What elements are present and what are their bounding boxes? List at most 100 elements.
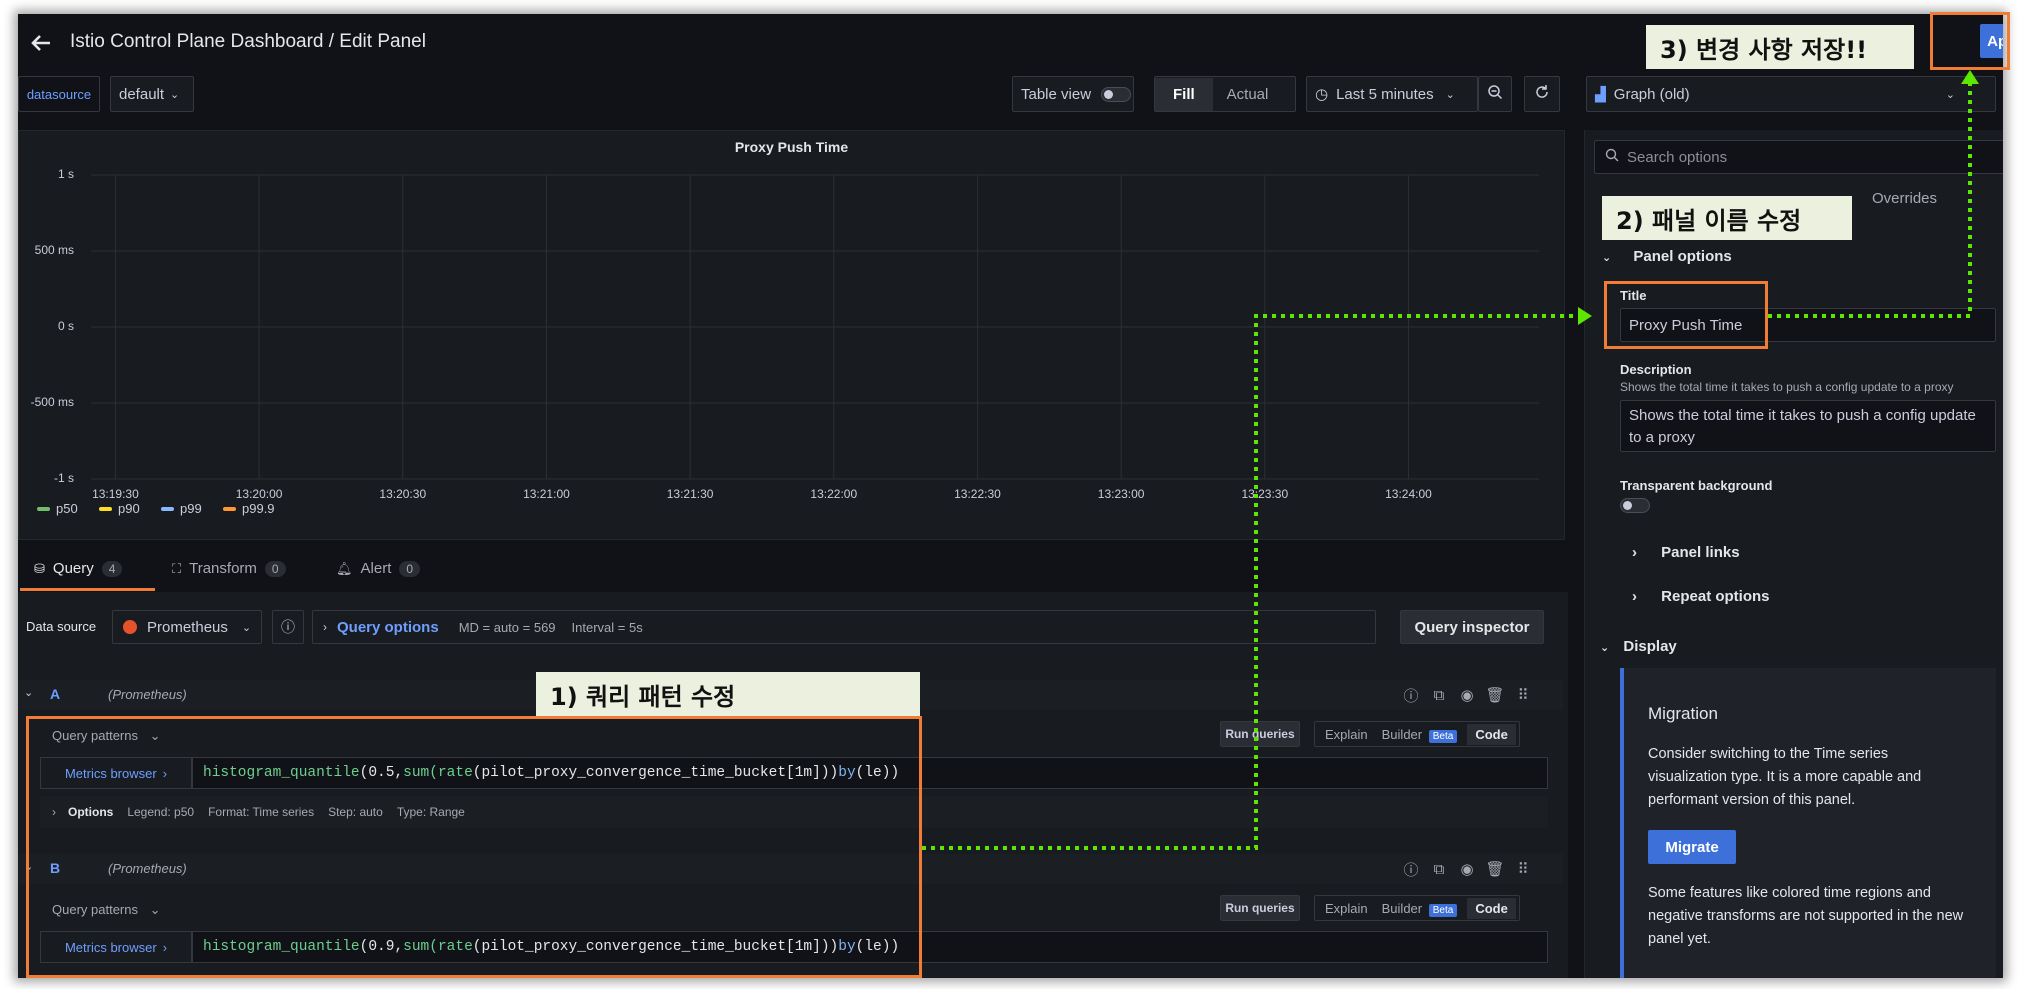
x-tick-label: 13:22:30 [954,487,1001,501]
eye-icon[interactable]: ◉ [1456,684,1478,706]
legend-label: p99 [180,501,202,516]
prometheus-icon [123,620,137,634]
help-icon[interactable]: ⓘ [1400,684,1422,706]
bell-icon: 🔔︎ [336,560,353,576]
annotation-step1-label: 1) 쿼리 패턴 수정 [536,672,920,716]
database-icon: ⛁ [34,560,45,576]
y-tick-label: 1 s [57,167,74,181]
legend-item[interactable]: p99.9 [223,501,275,516]
x-tick-label: 13:21:00 [523,487,570,501]
tab-query-count: 4 [101,560,123,577]
refresh-icon [1534,84,1550,104]
visualization-value: Graph (old) [1613,85,1690,103]
trash-icon[interactable]: 🗑︎ [1484,684,1506,706]
explain-toggle[interactable]: Explain [1315,727,1378,742]
x-tick-label: 13:21:30 [666,487,714,501]
panel-links-section[interactable]: › Panel links [1632,544,1740,561]
annotation-step2-label: 2) 패널 이름 수정 [1602,196,1852,240]
query-options-toggle[interactable]: › Query options MD = auto = 569 Interval… [312,610,1376,644]
tab-alert[interactable]: 🔔︎ Alert 0 [336,560,421,577]
panel-options-section[interactable]: ⌄ Panel options [1602,248,1732,265]
x-tick-label: 13:24:00 [1385,487,1432,501]
chevron-down-icon: ⌄ [1600,642,1610,654]
y-tick-label: -1 s [53,471,74,485]
visualization-picker[interactable]: ▟ Graph (old) ⌄ [1586,76,1996,112]
help-icon[interactable]: ⓘ [1400,858,1422,880]
chart-plot-area [91,174,1539,480]
tab-alert-count: 0 [399,560,421,577]
code-tab[interactable]: Code [1467,897,1516,919]
query-b-run-button[interactable]: Run queries [1220,895,1300,921]
description-hint: Shows the total time it takes to push a … [1620,380,1954,394]
time-range-picker[interactable]: ◷ Last 5 minutes ⌄ [1306,76,1478,112]
code-tab[interactable]: Code [1467,723,1516,745]
migration-note: Some features like colored time regions … [1648,885,1964,947]
tab-overrides[interactable]: Overrides [1872,190,1937,207]
x-tick-label: 13:22:00 [810,487,858,501]
repeat-options-section[interactable]: › Repeat options [1632,588,1770,605]
chevron-down-icon: ⌄ [241,621,252,634]
y-tick-label: -500 ms [30,395,74,409]
tab-query-label: Query [52,560,94,577]
legend-swatch [99,506,112,511]
legend-item[interactable]: p99 [161,501,202,516]
builder-tab[interactable]: Builder Beta [1378,727,1462,743]
tab-transform[interactable]: ⛶ Transform 0 [172,560,286,577]
legend-label: p90 [118,501,140,516]
builder-tab[interactable]: Builder Beta [1378,901,1462,917]
refresh-button[interactable] [1524,76,1560,112]
search-placeholder: Search options [1627,148,1728,166]
description-value: Shows the total time it takes to push a … [1629,407,1976,446]
table-view-toggle[interactable] [1101,87,1131,102]
table-view-label: Table view [1021,85,1092,103]
data-source-select[interactable]: Prometheus ⌄ [112,610,262,644]
drag-handle-icon[interactable]: ⠿ [1512,858,1534,880]
chevron-right-icon: › [1632,544,1637,561]
table-view-toggle-group: Table view [1012,76,1134,112]
fill-button[interactable]: Fill [1155,77,1213,111]
migrate-button[interactable]: Migrate [1648,830,1736,864]
display-section[interactable]: ⌄ Display [1600,638,1677,655]
annotation-apply-box [1930,12,2010,70]
duplicate-icon[interactable]: ⧉ [1428,858,1450,880]
graph-icon: ▟ [1595,85,1606,102]
legend-swatch [161,506,174,511]
tab-alert-label: Alert [360,560,392,577]
collapse-chevron-icon[interactable]: ⌄ [24,686,33,699]
query-a-run-button[interactable]: Run queries [1220,721,1300,747]
x-tick-label: 13:23:00 [1097,487,1145,501]
query-b-actions: ⓘ ⧉ ◉ 🗑︎ ⠿ [1400,858,1550,880]
trash-icon[interactable]: 🗑︎ [1484,858,1506,880]
query-inspector-button[interactable]: Query inspector [1400,610,1544,644]
legend-item[interactable]: p50 [37,501,78,516]
zoom-out-button[interactable] [1478,76,1512,112]
annotation-title-box [1604,281,1768,349]
description-textarea[interactable]: Shows the total time it takes to push a … [1620,400,1996,452]
chevron-down-icon: ⌄ [1945,88,1955,101]
data-source-help-button[interactable]: ⓘ [272,610,304,644]
eye-icon[interactable]: ◉ [1456,858,1478,880]
fill-actual-group: Fill Actual [1154,76,1296,112]
actual-button[interactable]: Actual [1213,78,1283,111]
chevron-down-icon: ⌄ [1445,88,1455,101]
legend-item[interactable]: p90 [99,501,140,516]
query-a-ref: A [50,686,61,702]
x-tick-label: 13:20:30 [379,487,427,501]
annotation-query-box [26,716,922,978]
query-a-editor-mode: Explain Builder Beta Code [1314,721,1520,747]
tab-query[interactable]: ⛁ Query 4 [34,560,123,577]
drag-handle-icon[interactable]: ⠿ [1512,684,1534,706]
duplicate-icon[interactable]: ⧉ [1428,684,1450,706]
explain-toggle[interactable]: Explain [1315,901,1378,916]
active-tab-indicator [20,588,155,591]
datasource-variable-select[interactable]: default ⌄ [110,76,194,112]
search-icon [1605,148,1619,166]
search-options-field[interactable]: Search options [1594,140,2003,174]
back-icon[interactable] [26,28,56,58]
data-source-value: Prometheus [147,618,228,636]
transparent-background-toggle[interactable] [1620,498,1650,513]
help-circle-icon: ⓘ [281,619,295,635]
clock-icon: ◷ [1315,86,1329,103]
legend-label: p50 [56,501,78,516]
query-b-editor-mode: Explain Builder Beta Code [1314,895,1520,921]
